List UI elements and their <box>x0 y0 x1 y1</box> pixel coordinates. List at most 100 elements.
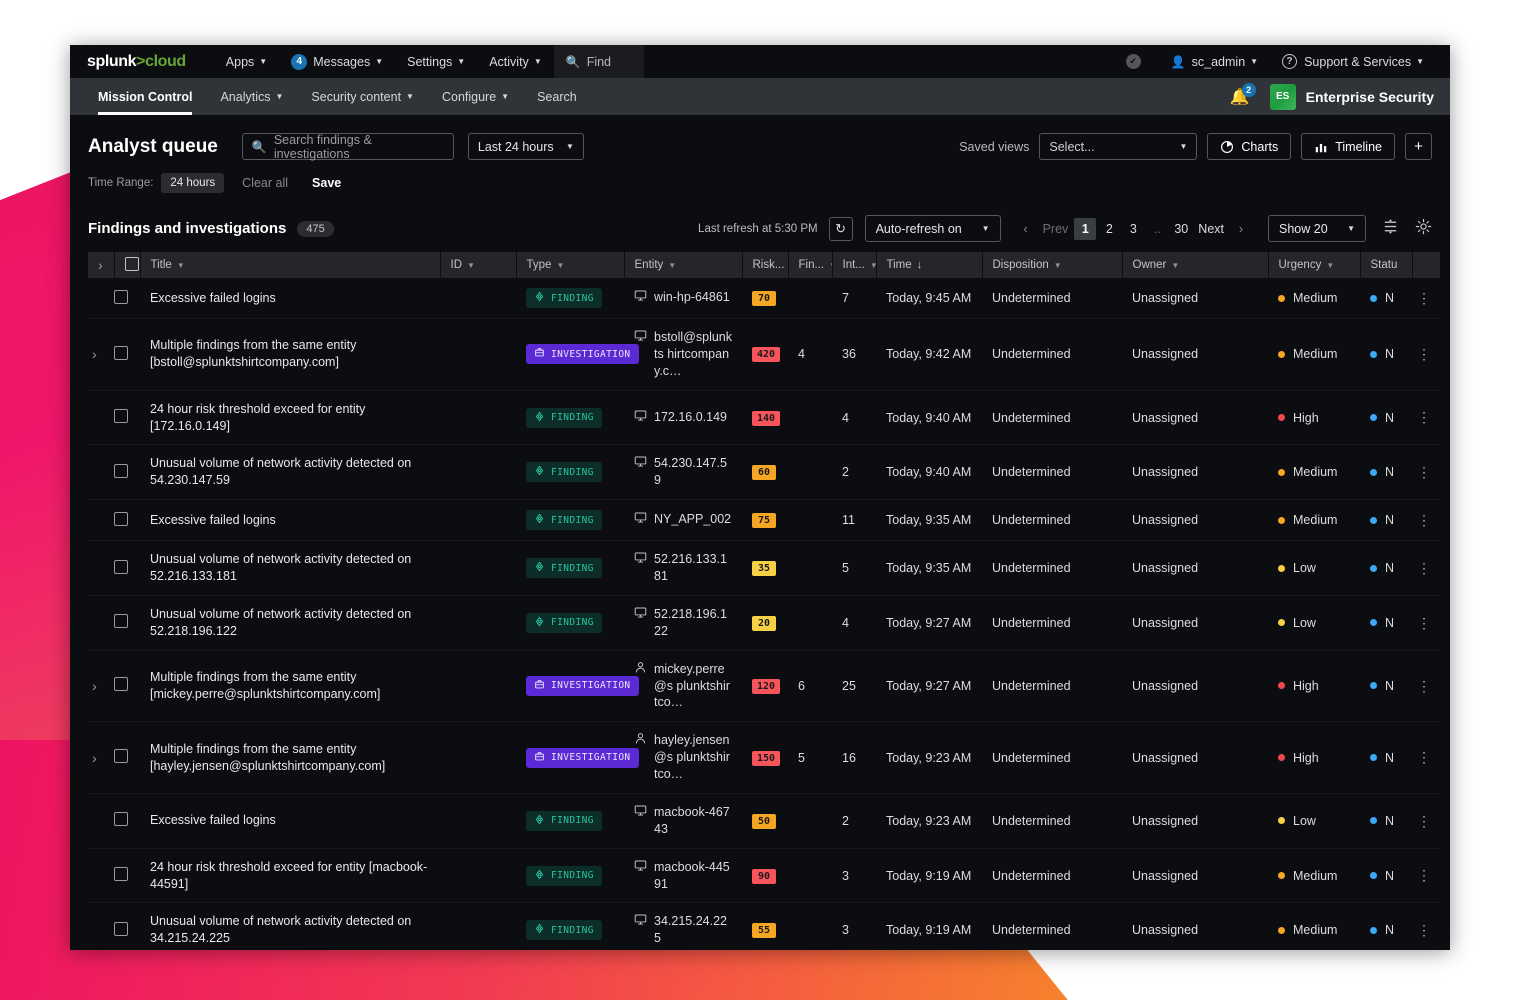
column-header-type[interactable]: Type ▼ <box>516 252 625 278</box>
row-actions-menu-icon[interactable]: ⋮ <box>1412 410 1436 425</box>
select-all-header[interactable] <box>114 252 141 278</box>
row-checkbox[interactable] <box>114 812 128 827</box>
cell-title[interactable]: Unusual volume of network activity detec… <box>140 444 440 501</box>
top-nav-settings[interactable]: Settings ▼ <box>395 45 477 78</box>
cell-actions[interactable]: ⋮ <box>1412 848 1440 904</box>
cell-title[interactable]: Multiple findings from the same entity [… <box>140 318 440 391</box>
cell-entity[interactable]: macbook-44591 <box>624 848 742 904</box>
table-row[interactable]: 24 hour risk threshold exceed for entity… <box>88 848 1440 904</box>
charts-button[interactable]: Charts <box>1207 133 1292 160</box>
row-checkbox[interactable] <box>114 511 128 526</box>
cell-entity[interactable]: 54.230.147.59 <box>624 444 742 501</box>
row-select-cell[interactable] <box>114 540 140 596</box>
chevron-right-icon[interactable]: › <box>92 750 97 766</box>
saved-views-select[interactable]: Select... ▼ <box>1039 133 1198 160</box>
cell-entity[interactable]: macbook-46743 <box>624 793 742 849</box>
row-checkbox[interactable] <box>114 921 128 936</box>
row-checkbox[interactable] <box>114 614 128 629</box>
top-nav-messages[interactable]: 4 Messages ▼ <box>279 45 395 78</box>
chevron-right-icon[interactable]: › <box>92 346 97 362</box>
density-icon[interactable] <box>1382 218 1399 240</box>
cell-entity[interactable]: win-hp-64861 <box>624 278 742 319</box>
cell-actions[interactable]: ⋮ <box>1412 540 1440 596</box>
cell-actions[interactable]: ⋮ <box>1412 390 1440 446</box>
cell-entity[interactable]: hayley.jensen@s plunktshirtco… <box>624 721 742 794</box>
cell-title[interactable]: Unusual volume of network activity detec… <box>140 540 440 596</box>
row-actions-menu-icon[interactable]: ⋮ <box>1412 513 1436 528</box>
cell-entity[interactable]: 34.215.24.225 <box>624 902 742 950</box>
cell-title[interactable]: Multiple findings from the same entity [… <box>140 721 440 794</box>
user-menu[interactable]: 👤 sc_admin ▼ <box>1159 45 1270 78</box>
cell-actions[interactable]: ⋮ <box>1412 902 1440 950</box>
column-header-id[interactable]: ID ▼ <box>440 252 517 278</box>
table-row[interactable]: Excessive failed logins FINDING macbook-46… <box>88 793 1440 849</box>
find-search-box[interactable]: 🔍 Find <box>553 45 644 78</box>
cell-actions[interactable]: ⋮ <box>1412 278 1440 319</box>
table-row[interactable]: Unusual volume of network activity detec… <box>88 444 1440 501</box>
next-chevron-icon[interactable]: › <box>1230 218 1252 240</box>
prev-page-button[interactable]: Prev <box>1039 218 1073 240</box>
timeline-button[interactable]: Timeline <box>1301 133 1395 160</box>
row-checkbox[interactable] <box>114 409 128 423</box>
column-header-urgency[interactable]: Urgency ▼ <box>1268 252 1361 278</box>
row-expand-cell[interactable]: › <box>88 318 114 391</box>
column-header-status[interactable]: Statu <box>1360 252 1413 278</box>
page-button-1[interactable]: 1 <box>1074 217 1097 240</box>
row-select-cell[interactable] <box>114 721 140 794</box>
table-row[interactable]: Unusual volume of network activity detec… <box>88 595 1440 651</box>
cell-actions[interactable]: ⋮ <box>1412 595 1440 651</box>
row-select-cell[interactable] <box>114 444 140 501</box>
app-nav-security-content[interactable]: Security content ▼ <box>297 78 428 115</box>
row-select-cell[interactable] <box>114 848 140 904</box>
row-select-cell[interactable] <box>114 390 140 446</box>
auto-refresh-select[interactable]: Auto-refresh on ▼ <box>864 215 1001 242</box>
cell-actions[interactable]: ⋮ <box>1412 650 1440 723</box>
row-expand-cell[interactable]: › <box>88 721 114 794</box>
column-header-risk[interactable]: Risk...▼ <box>742 252 789 278</box>
row-select-cell[interactable] <box>114 318 140 391</box>
row-select-cell[interactable] <box>114 278 140 319</box>
cell-actions[interactable]: ⋮ <box>1412 721 1440 794</box>
chevron-right-icon[interactable]: › <box>92 678 97 694</box>
cell-entity[interactable]: NY_APP_002 <box>624 499 742 542</box>
cell-title[interactable]: Multiple findings from the same entity [… <box>140 650 440 723</box>
cell-entity[interactable]: mickey.perre@s plunktshirtco… <box>624 650 742 723</box>
top-nav-apps[interactable]: Apps ▼ <box>214 45 279 78</box>
app-nav-analytics[interactable]: Analytics ▼ <box>206 78 297 115</box>
app-nav-configure[interactable]: Configure ▼ <box>428 78 523 115</box>
top-nav-activity[interactable]: Activity ▼ <box>477 45 554 78</box>
row-actions-menu-icon[interactable]: ⋮ <box>1412 923 1436 938</box>
table-row[interactable]: Unusual volume of network activity detec… <box>88 902 1440 950</box>
health-check-icon[interactable]: ✔ <box>1125 54 1141 69</box>
table-row[interactable]: › Multiple findings from the same entity … <box>88 721 1440 794</box>
row-actions-menu-icon[interactable]: ⋮ <box>1412 750 1436 765</box>
settings-gear-button[interactable] <box>1415 218 1432 240</box>
prev-chevron-icon[interactable]: ‹ <box>1015 218 1037 240</box>
cell-title[interactable]: Unusual volume of network activity detec… <box>140 902 440 950</box>
time-range-select[interactable]: Last 24 hours ▼ <box>467 133 584 160</box>
splunk-cloud-logo[interactable]: splunk>cloud <box>87 53 186 71</box>
table-row[interactable]: Unusual volume of network activity detec… <box>88 540 1440 596</box>
cell-actions[interactable]: ⋮ <box>1412 318 1440 391</box>
cell-entity[interactable]: 52.216.133.181 <box>624 540 742 596</box>
row-actions-menu-icon[interactable]: ⋮ <box>1412 615 1436 630</box>
app-nav-search[interactable]: Search <box>523 78 591 115</box>
cell-actions[interactable]: ⋮ <box>1412 499 1440 542</box>
cell-entity[interactable]: bstoll@splunkts hirtcompany.c… <box>624 318 742 391</box>
table-row[interactable]: › Multiple findings from the same entity … <box>88 318 1440 391</box>
show-count-select[interactable]: Show 20 ▼ <box>1268 215 1366 242</box>
column-header-interest[interactable]: Int... ▼ <box>832 252 877 278</box>
row-select-cell[interactable] <box>114 650 140 723</box>
table-row[interactable]: Excessive failed logins FINDING win-hp-648… <box>88 278 1440 319</box>
row-checkbox[interactable] <box>114 289 128 304</box>
page-button-3[interactable]: 3 <box>1122 218 1144 240</box>
select-all-checkbox[interactable] <box>124 256 139 271</box>
cell-actions[interactable]: ⋮ <box>1412 793 1440 849</box>
refresh-button[interactable]: ↻ <box>828 216 853 241</box>
row-checkbox[interactable] <box>114 749 128 764</box>
cell-entity[interactable]: 52.218.196.122 <box>624 595 742 651</box>
notifications-button[interactable]: 🔔 2 <box>1230 82 1256 107</box>
clear-all-link[interactable]: Clear all <box>242 176 288 190</box>
row-actions-menu-icon[interactable]: ⋮ <box>1412 868 1436 883</box>
row-checkbox[interactable] <box>114 463 128 478</box>
